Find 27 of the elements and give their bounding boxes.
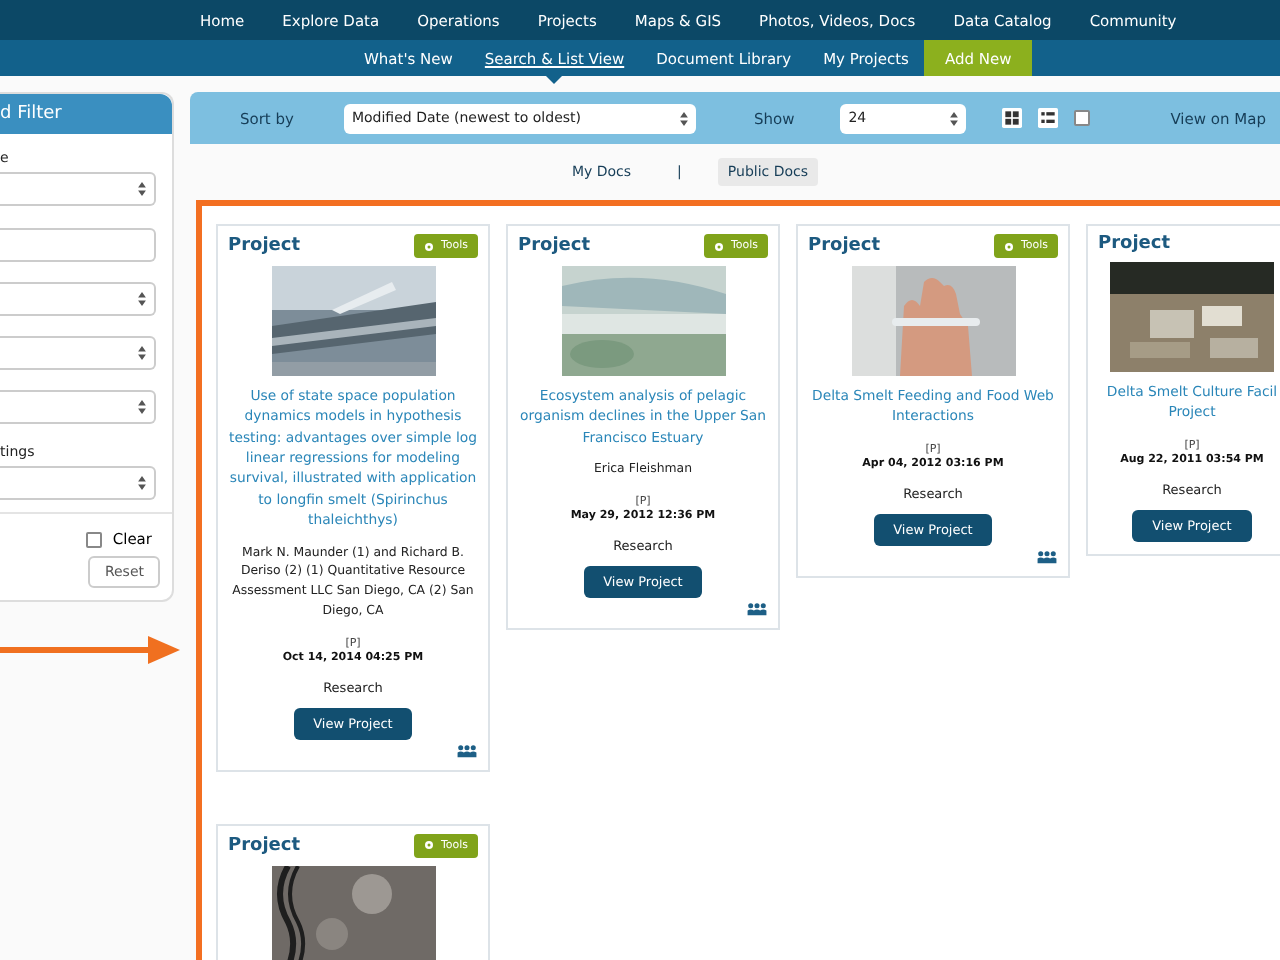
dropdown-caret-icon	[138, 182, 146, 196]
dropdown-caret-icon	[679, 111, 688, 125]
card-heading: Project	[1098, 234, 1171, 254]
card-heading: Project	[228, 835, 301, 856]
filter-panel-title: d Filter	[0, 104, 62, 124]
gear-icon	[424, 241, 435, 251]
dropdown-field[interactable]	[0, 336, 156, 370]
dropdown-caret-icon	[138, 476, 146, 490]
gear-icon	[424, 840, 435, 851]
dropdown-caret-icon	[138, 400, 146, 414]
dropdown-field[interactable]	[0, 466, 156, 500]
card-heading: Project	[808, 236, 881, 256]
card-heading: Project	[518, 236, 591, 256]
checkbox[interactable]	[1074, 110, 1091, 126]
dropdown-caret-icon	[138, 346, 146, 360]
dropdown-field[interactable]	[0, 282, 156, 316]
gear-icon	[714, 241, 725, 251]
dropdown-caret-icon	[950, 111, 959, 125]
dropdown-field[interactable]	[0, 172, 156, 206]
checkbox[interactable]	[86, 531, 103, 547]
gear-icon	[1004, 241, 1015, 251]
dropdown-caret-icon	[138, 292, 146, 306]
list-view-icon[interactable]	[1038, 108, 1059, 128]
dropdown-field[interactable]	[0, 390, 156, 424]
input-field[interactable]	[0, 228, 156, 262]
card-heading: Project	[228, 236, 301, 256]
grid-view-icon[interactable]	[1002, 108, 1023, 128]
